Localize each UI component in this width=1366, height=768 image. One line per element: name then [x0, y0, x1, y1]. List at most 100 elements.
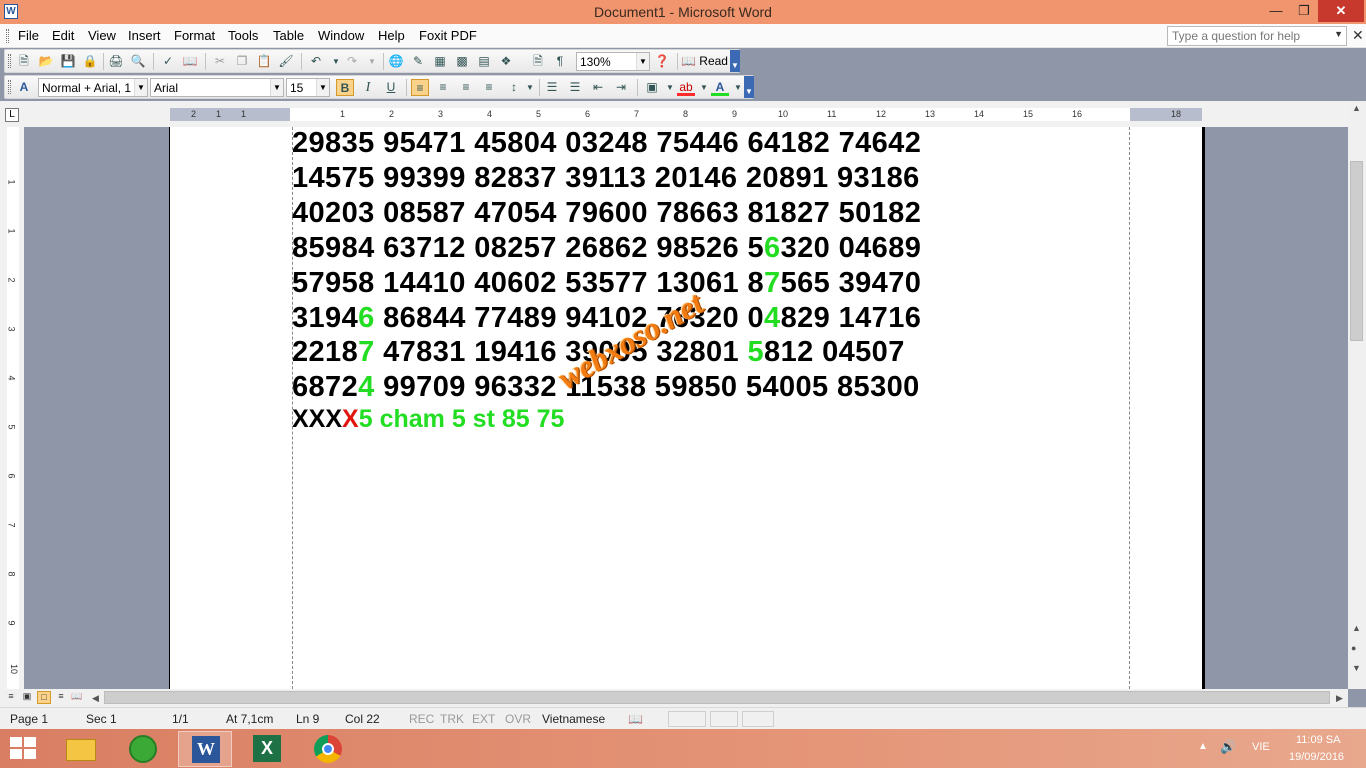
copy-icon[interactable]: ❐: [233, 53, 251, 70]
status-language[interactable]: Vietnamese: [542, 712, 605, 726]
file-explorer-icon[interactable]: [54, 731, 108, 767]
toolbar-grip[interactable]: [8, 80, 11, 94]
save-icon[interactable]: 💾: [59, 53, 77, 70]
browse-object-icon[interactable]: ●: [1351, 643, 1356, 653]
show-hide-paragraph-icon[interactable]: ¶: [551, 53, 569, 70]
open-folder-icon[interactable]: 📂: [37, 53, 55, 70]
windows-start-icon[interactable]: [10, 737, 38, 761]
chevron-down-icon[interactable]: ▼: [1334, 29, 1343, 39]
vertical-scrollbar[interactable]: ▲ ▲ ● ▼: [1348, 101, 1366, 689]
excel-taskbar-icon[interactable]: X: [240, 731, 294, 767]
status-ovr[interactable]: OVR: [505, 712, 531, 726]
document-line[interactable]: 40203 08587 47054 79600 78663 81827 5018…: [292, 197, 921, 230]
align-center-icon[interactable]: ≡: [434, 79, 452, 96]
document-line[interactable]: 57958 14410 40602 53577 13061 87565 3947…: [292, 267, 921, 300]
document-map-icon[interactable]: 🗎: [529, 53, 547, 70]
chevron-down-icon[interactable]: ▼: [316, 79, 329, 96]
highlight-icon[interactable]: ab: [677, 79, 695, 96]
normal-view-icon[interactable]: ≡: [4, 691, 18, 704]
drawing-icon[interactable]: ❖: [497, 53, 515, 70]
menu-view[interactable]: View: [88, 28, 116, 43]
bold-button[interactable]: B: [336, 79, 354, 96]
ruler-text-area[interactable]: [290, 108, 1130, 121]
status-ext[interactable]: EXT: [472, 712, 495, 726]
hyperlink-icon[interactable]: 🌐: [387, 53, 405, 70]
print-preview-icon[interactable]: 🔍: [129, 53, 147, 70]
menu-file[interactable]: File: [18, 28, 39, 43]
status-page-count[interactable]: 1/1: [172, 712, 189, 726]
cut-icon[interactable]: ✂: [211, 53, 229, 70]
maximize-button[interactable]: ❐: [1290, 0, 1318, 22]
menu-edit[interactable]: Edit: [52, 28, 74, 43]
redo-icon[interactable]: ↷: [343, 53, 361, 70]
decrease-indent-icon[interactable]: ⇤: [589, 79, 607, 96]
chevron-down-icon[interactable]: ▼: [270, 79, 283, 96]
tab-selector[interactable]: L: [5, 108, 19, 122]
scroll-thumb[interactable]: [104, 691, 1330, 704]
underline-button[interactable]: U: [382, 79, 400, 96]
minimize-button[interactable]: —: [1262, 0, 1290, 22]
paste-icon[interactable]: 📋: [255, 53, 273, 70]
menu-grip[interactable]: [6, 29, 9, 43]
volume-icon[interactable]: 🔊: [1220, 739, 1236, 755]
document-line[interactable]: 29835 95471 45804 03248 75446 64182 7464…: [292, 127, 921, 160]
undo-icon[interactable]: ↶: [307, 53, 325, 70]
word-taskbar-icon[interactable]: W: [178, 731, 232, 767]
justify-icon[interactable]: ≡: [480, 79, 498, 96]
chevron-down-icon[interactable]: ▼: [636, 53, 649, 70]
horizontal-scrollbar[interactable]: ≡ ▣ □ ≡ 📖 ◀ ▶: [0, 689, 1348, 707]
print-icon[interactable]: 🖨: [107, 53, 125, 70]
insert-table-icon[interactable]: ▦: [431, 53, 449, 70]
toolbar-options-icon[interactable]: ▼: [730, 50, 740, 72]
menu-insert[interactable]: Insert: [128, 28, 161, 43]
align-right-icon[interactable]: ≡: [457, 79, 475, 96]
columns-icon[interactable]: ▤: [475, 53, 493, 70]
font-select[interactable]: Arial ▼: [150, 78, 284, 97]
borders-icon[interactable]: ▣: [643, 79, 661, 96]
clock-date[interactable]: 19/09/2016: [1289, 751, 1344, 763]
toolbar-options-icon[interactable]: ▼: [744, 76, 754, 98]
status-line[interactable]: Ln 9: [296, 712, 319, 726]
style-select[interactable]: Normal + Arial, 1 ▼: [38, 78, 148, 97]
menu-foxit-pdf[interactable]: Foxit PDF: [419, 28, 477, 43]
font-color-icon[interactable]: A: [711, 79, 729, 96]
chevron-down-icon[interactable]: ▼: [134, 79, 147, 96]
print-layout-icon[interactable]: □: [37, 691, 51, 704]
menu-tools[interactable]: Tools: [228, 28, 258, 43]
web-layout-icon[interactable]: ▣: [20, 691, 34, 704]
increase-indent-icon[interactable]: ⇥: [612, 79, 630, 96]
status-rec[interactable]: REC: [409, 712, 434, 726]
close-document-icon[interactable]: ✕: [1352, 27, 1364, 44]
menu-format[interactable]: Format: [174, 28, 215, 43]
tray-expand-icon[interactable]: ▲: [1198, 741, 1208, 752]
document-line[interactable]: XXXX5 cham 5 st 85 75: [292, 405, 564, 434]
numbering-icon[interactable]: ☰: [543, 79, 561, 96]
status-section[interactable]: Sec 1: [86, 712, 117, 726]
help-search-box[interactable]: Type a question for help ▼: [1167, 26, 1347, 46]
italic-button[interactable]: I: [359, 79, 377, 96]
chevron-down-icon[interactable]: ▼: [363, 53, 381, 70]
document-line[interactable]: 14575 99399 82837 39113 20146 20891 9318…: [292, 162, 920, 195]
spelling-icon[interactable]: ✓: [159, 53, 177, 70]
bullets-icon[interactable]: ☰: [566, 79, 584, 96]
scroll-down-icon[interactable]: ▼: [1352, 663, 1361, 673]
new-document-icon[interactable]: 🗎: [15, 53, 33, 70]
align-left-icon[interactable]: ≡: [411, 79, 429, 96]
scroll-right-icon[interactable]: ▶: [1336, 693, 1343, 704]
outline-view-icon[interactable]: ≡: [54, 691, 68, 704]
font-size-select[interactable]: 15 ▼: [286, 78, 330, 97]
scroll-up-icon[interactable]: ▲: [1352, 103, 1361, 113]
close-button[interactable]: ✕: [1318, 0, 1364, 22]
insert-excel-icon[interactable]: ▩: [453, 53, 471, 70]
spelling-status-icon[interactable]: 📖: [628, 712, 643, 726]
menu-window[interactable]: Window: [318, 28, 364, 43]
chevron-down-icon[interactable]: ▼: [521, 79, 539, 96]
status-page[interactable]: Page 1: [10, 712, 48, 726]
scroll-thumb[interactable]: [1350, 161, 1363, 341]
permission-icon[interactable]: 🔒: [81, 53, 99, 70]
reading-layout-icon[interactable]: 📖: [70, 691, 84, 704]
tables-borders-icon[interactable]: ✎: [409, 53, 427, 70]
menu-table[interactable]: Table: [273, 28, 304, 43]
toolbar-grip[interactable]: [8, 54, 11, 68]
read-button[interactable]: 📖 Read: [681, 53, 735, 70]
